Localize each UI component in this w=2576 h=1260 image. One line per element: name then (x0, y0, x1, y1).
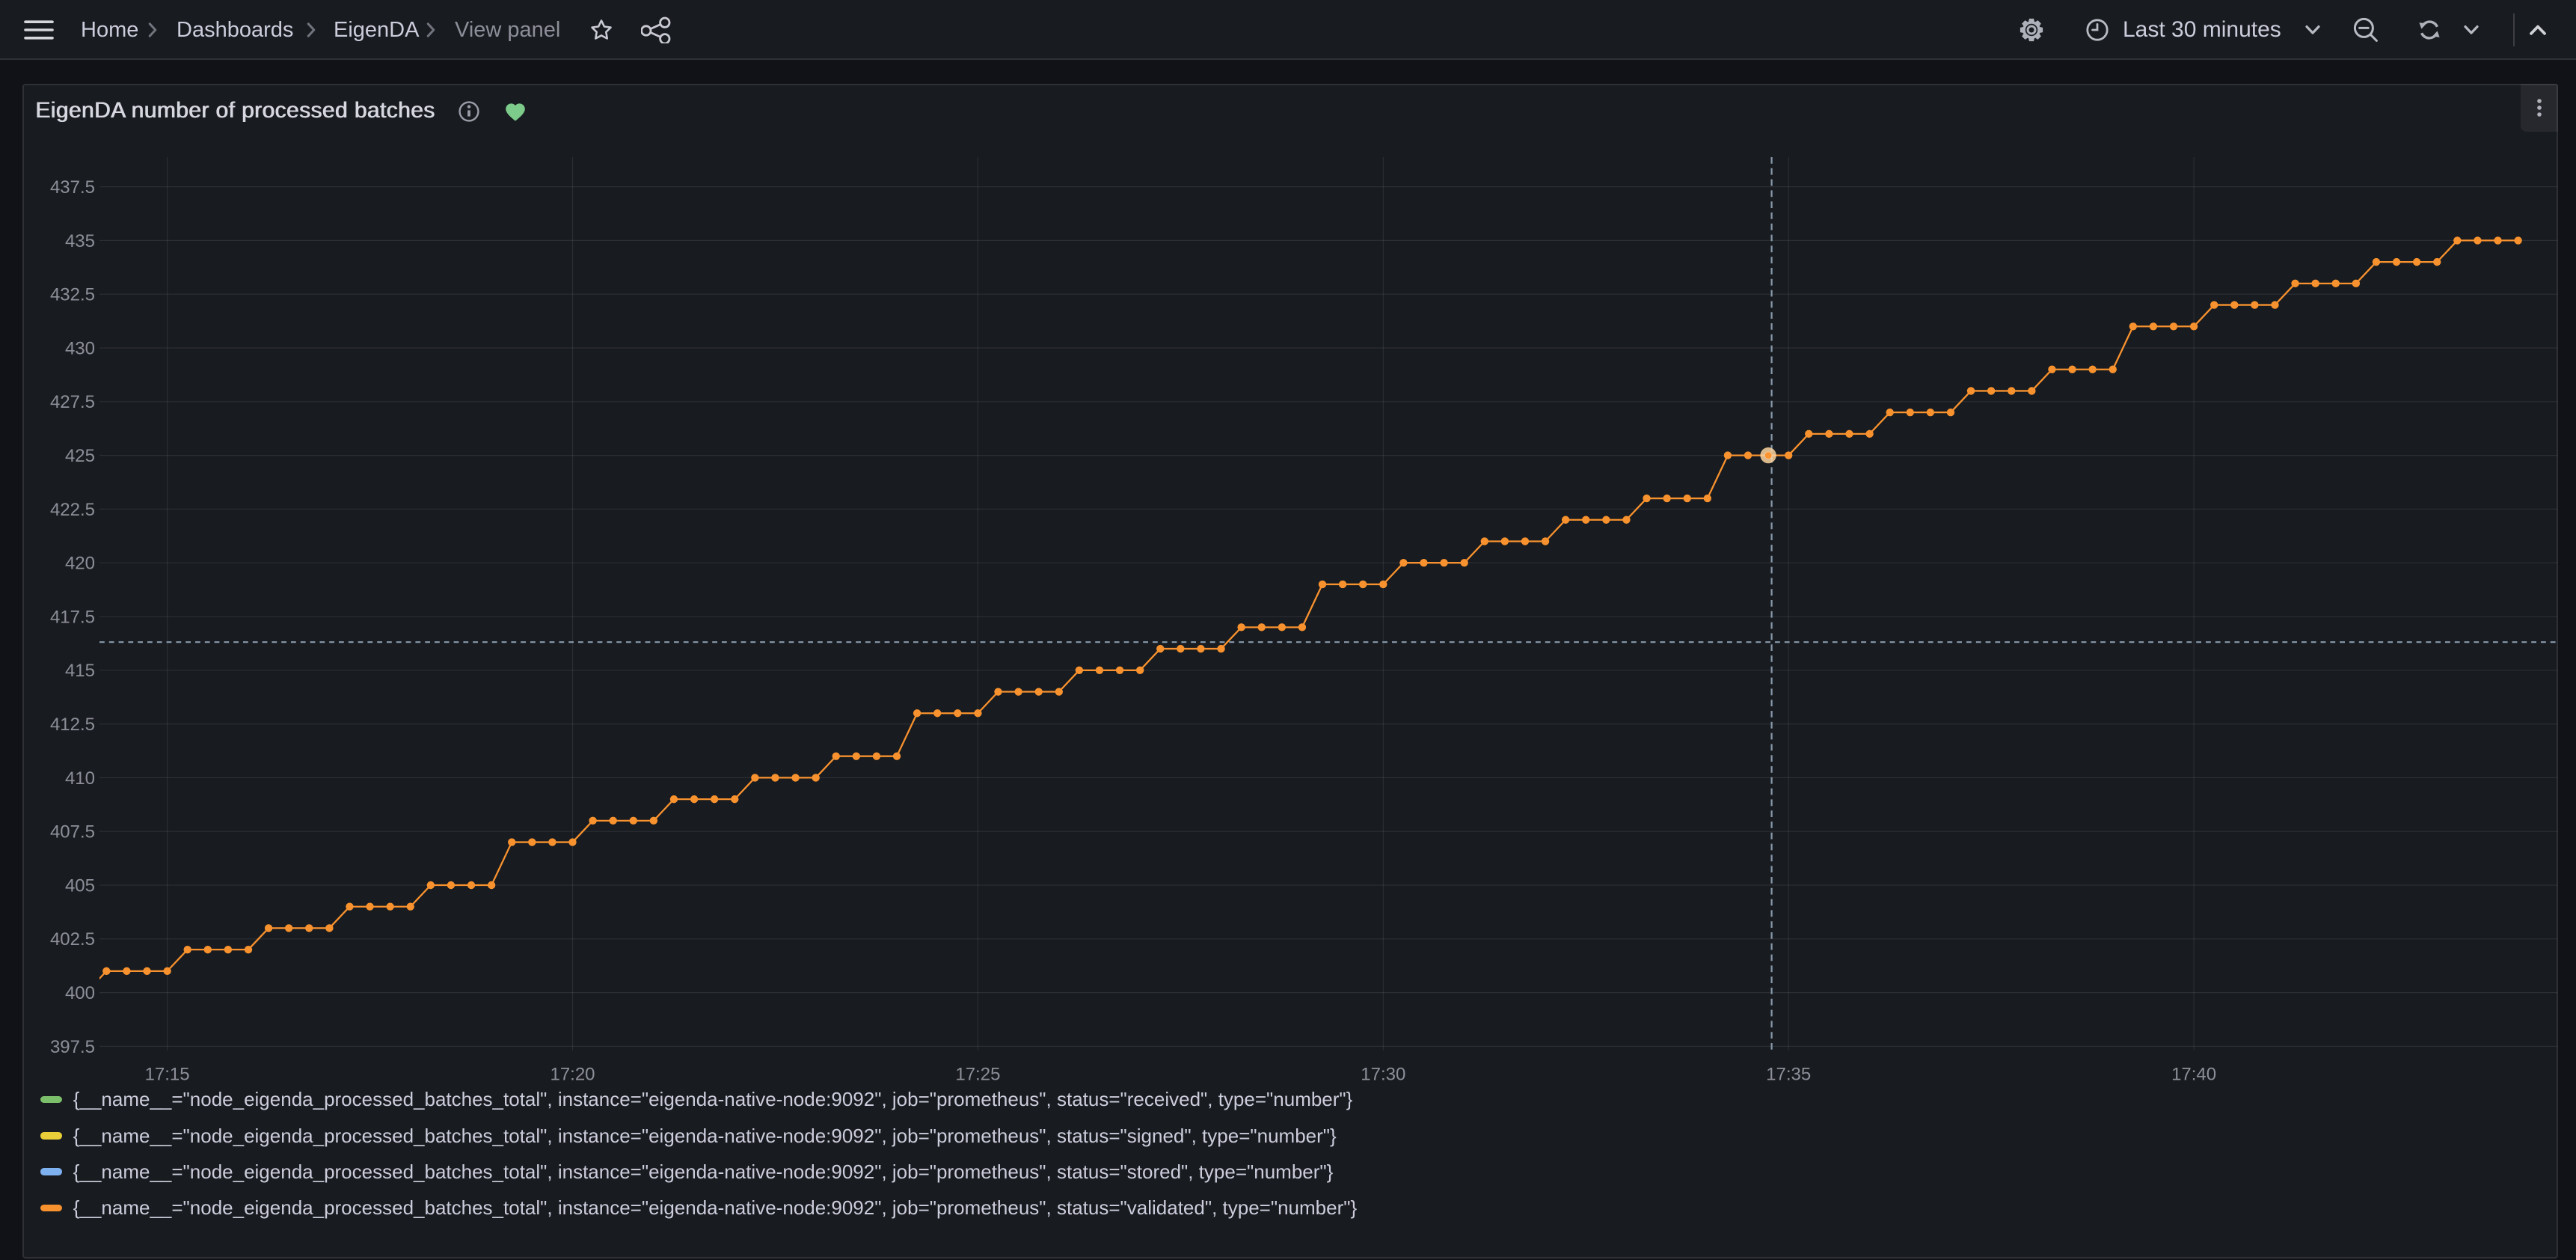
svg-text:430: 430 (65, 338, 95, 358)
svg-text:17:35: 17:35 (1766, 1064, 1811, 1084)
svg-text:422.5: 422.5 (50, 500, 95, 520)
svg-text:17:15: 17:15 (145, 1064, 190, 1084)
svg-text:405: 405 (65, 875, 95, 896)
svg-text:17:20: 17:20 (550, 1064, 595, 1084)
svg-text:437.5: 437.5 (50, 177, 95, 198)
svg-text:427.5: 427.5 (50, 392, 95, 412)
svg-text:417.5: 417.5 (50, 607, 95, 627)
svg-text:17:30: 17:30 (1361, 1064, 1405, 1084)
svg-text:17:40: 17:40 (2171, 1064, 2216, 1084)
svg-text:425: 425 (65, 446, 95, 466)
svg-text:402.5: 402.5 (50, 929, 95, 949)
svg-text:412.5: 412.5 (50, 715, 95, 735)
svg-text:407.5: 407.5 (50, 822, 95, 842)
svg-text:17:25: 17:25 (955, 1064, 1000, 1084)
svg-text:432.5: 432.5 (50, 285, 95, 305)
svg-text:397.5: 397.5 (50, 1037, 95, 1057)
svg-text:420: 420 (65, 554, 95, 574)
svg-text:435: 435 (65, 231, 95, 251)
svg-text:410: 410 (65, 768, 95, 789)
svg-text:415: 415 (65, 661, 95, 681)
svg-text:400: 400 (65, 983, 95, 1003)
